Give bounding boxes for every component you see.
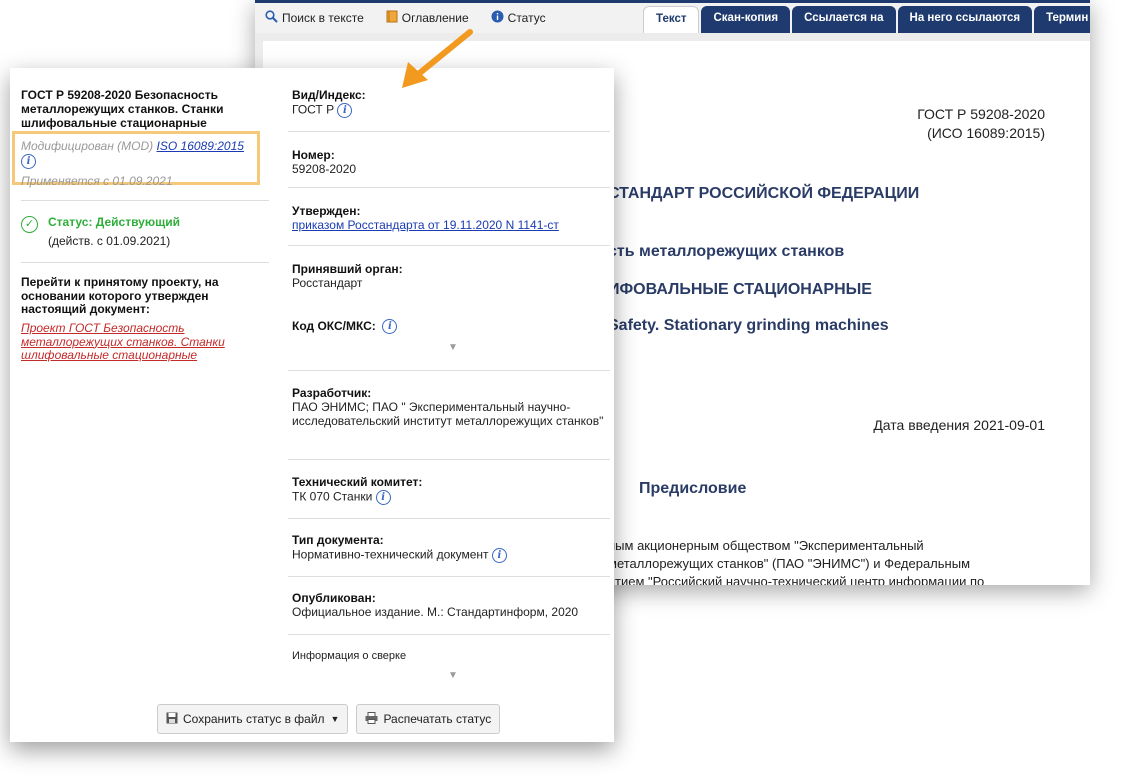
info-icon[interactable]: i [382,319,398,335]
organ-value: Росстандарт [292,276,363,290]
doc-paragraph-line-1: ным акционерным обществом "Экспериментал… [608,538,924,553]
info-icon[interactable]: i [375,490,391,505]
save-status-button[interactable]: Сохранить статус в файл ▼ [157,704,349,734]
info-icon[interactable]: i [491,548,507,563]
field-kind: Вид/Индекс: ГОСТ Р i [292,88,610,118]
number-value: 59208-2020 [292,162,357,176]
chevron-down-icon[interactable]: ▼ [448,342,458,353]
search-icon [265,10,278,26]
tab-text[interactable]: Текст [643,6,700,33]
print-status-label: Распечатать статус [383,712,492,726]
field-number: Номер: 59208-2020 [292,148,610,177]
print-status-button[interactable]: Распечатать статус [356,704,501,734]
button-bar: Сохранить статус в файл ▼ Распечатать ст… [157,704,508,734]
applies-from: Применяется с 01.09.2021 [21,174,173,188]
project-link[interactable]: Проект ГОСТ Безопасность металлорежущих … [21,321,261,363]
divider [21,200,269,201]
committee-value: ТК 070 Станки [292,489,373,504]
doc-iso: (ИСО 16089:2015) [927,125,1045,141]
tab-bar: Текст Скан-копия Ссылается на На него сс… [643,6,1090,33]
field-organ: Принявший орган: Росстандарт [292,262,610,291]
tab-referenced-by[interactable]: На него ссылаются [897,6,1033,33]
field-approved: Утвержден: приказом Росстандарта от 19.1… [292,204,610,233]
field-doc-type: Тип документа: Нормативно-технический до… [292,533,610,563]
doc-date: Дата введения 2021-09-01 [873,417,1045,433]
field-developer: Разработчик: ПАО ЭНИМС; ПАО " Эксперимен… [292,386,610,428]
caret-down-icon: ▼ [330,714,340,724]
committee-label: Технический комитет: [292,475,423,489]
divider [21,262,269,263]
search-in-text-button[interactable]: Поиск в тексте [265,10,364,26]
doc-heading-4: Safety. Stationary grinding machines [608,317,889,334]
floppy-disk-icon [166,712,178,727]
doc-paragraph-line-2: металлорежущих станков" (ПАО "ЭНИМС") и … [608,556,971,571]
reconciliation-label[interactable]: Информация о сверке [292,650,610,662]
field-reconciliation: Информация о сверке [292,650,610,662]
kind-label: Вид/Индекс: [292,88,366,102]
status-row: ✓ Статус: Действующий (действ. с 01.09.2… [21,215,180,248]
status-value: Статус: Действующий [48,215,180,229]
doc-preface: Предисловие [639,480,747,497]
doc-heading-2: сть металлорежущих станков [608,243,845,260]
doc-type-label: Тип документа: [292,533,384,547]
doc-heading-1: СТАНДАРТ РОССИЙСКОЙ ФЕДЕРАЦИИ [608,185,920,202]
doc-type-value: Нормативно-технический документ [292,547,489,562]
status-details: Вид/Индекс: ГОСТ Р i Номер: 59208-2020 У… [288,68,610,742]
toc-label: Оглавление [401,11,469,25]
status-button[interactable]: Статус [491,10,546,26]
modification-info: Модифицирован (MOD) ISO 16089:2015 i [21,139,244,170]
field-published: Опубликован: Официальное издание. М.: Ст… [292,591,610,620]
divider [288,576,610,577]
organ-label: Принявший орган: [292,262,403,276]
status-label: Статус [507,11,546,25]
book-icon [386,10,398,26]
oks-label: Код ОКС/МКС: [292,319,376,333]
modification-type: Модифицирован (MOD) [21,139,154,153]
info-icon[interactable]: i [337,103,353,118]
doc-paragraph-line-3: ятием "Российский научно-технический цен… [608,574,985,585]
divider [288,370,610,371]
printer-icon [365,711,378,727]
tab-terms[interactable]: Термин [1034,6,1090,33]
annotation-arrow-icon [402,29,473,88]
info-icon[interactable]: i [21,154,36,170]
save-status-label: Сохранить статус в файл [183,712,325,726]
divider [288,187,610,188]
search-label: Поиск в тексте [282,11,364,25]
kind-value: ГОСТ Р [292,102,335,117]
document-title: ГОСТ Р 59208-2020 Безопасность металлоре… [21,88,224,130]
status-panel: ГОСТ Р 59208-2020 Безопасность металлоре… [10,68,614,742]
field-oks: Код ОКС/МКС: i [292,319,610,335]
number-label: Номер: [292,148,335,162]
divider [288,245,610,246]
toc-button[interactable]: Оглавление [386,10,469,26]
divider [288,518,610,519]
doc-code: ГОСТ Р 59208-2020 [917,106,1045,122]
divider [288,634,610,635]
doc-heading-3: ИФОВАЛЬНЫЕ СТАЦИОНАРНЫЕ [608,281,872,298]
tab-scan[interactable]: Скан-копия [701,6,791,33]
info-icon [491,10,504,26]
field-committee: Технический комитет: ТК 070 Станки i [292,475,610,505]
status-date: (действ. с 01.09.2021) [48,234,171,248]
developer-label: Разработчик: [292,386,372,400]
tab-refers-to[interactable]: Ссылается на [792,6,896,33]
chevron-down-icon[interactable]: ▼ [448,670,458,681]
check-circle-icon: ✓ [21,216,38,233]
approved-link[interactable]: приказом Росстандарта от 19.11.2020 N 11… [292,218,559,232]
published-label: Опубликован: [292,591,376,605]
project-link-heading: Перейти к принятому проекту, на основани… [21,275,219,316]
divider [288,131,610,132]
divider [288,459,610,460]
approved-label: Утвержден: [292,204,361,218]
developer-value: ПАО ЭНИМС; ПАО " Экспериментальный научн… [292,400,604,428]
iso-link[interactable]: ISO 16089:2015 [157,139,244,153]
status-summary: ГОСТ Р 59208-2020 Безопасность металлоре… [10,68,272,742]
published-value: Официальное издание. М.: Стандартинформ,… [292,605,579,619]
